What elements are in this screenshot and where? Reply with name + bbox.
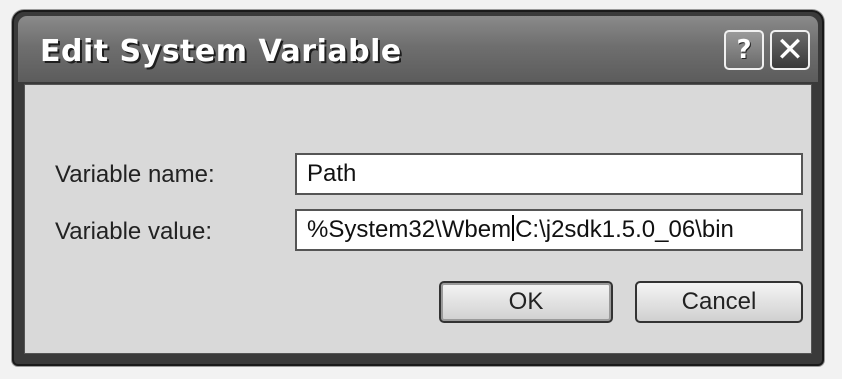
variable-value-text-after-caret: C:\j2sdk1.5.0_06\bin bbox=[515, 216, 734, 243]
ok-button-label: OK bbox=[508, 288, 544, 315]
close-icon: ✕ bbox=[775, 30, 805, 70]
text-caret bbox=[512, 215, 515, 241]
help-button[interactable]: ? bbox=[724, 30, 764, 70]
variable-name-input[interactable]: Path bbox=[295, 153, 803, 195]
edit-system-variable-dialog: Edit System Variable ? ✕ Variable name: … bbox=[12, 10, 824, 366]
close-button[interactable]: ✕ bbox=[770, 30, 810, 70]
variable-value-label: Variable value: bbox=[55, 218, 212, 245]
variable-name-text: Path bbox=[307, 160, 357, 187]
title-bar[interactable]: Edit System Variable ? ✕ bbox=[18, 16, 818, 82]
cancel-button[interactable]: Cancel bbox=[635, 281, 803, 323]
variable-value-input[interactable]: %System32\Wbem C:\j2sdk1.5.0_06\bin bbox=[295, 209, 803, 251]
help-icon: ? bbox=[736, 35, 752, 65]
variable-name-label: Variable name: bbox=[55, 161, 215, 188]
ok-button[interactable]: OK bbox=[439, 281, 613, 323]
dialog-body: Variable name: Path Variable value: %Sys… bbox=[24, 84, 812, 354]
dialog-title: Edit System Variable bbox=[40, 34, 402, 69]
variable-value-text-before-caret: %System32\Wbem bbox=[307, 216, 512, 243]
cancel-button-label: Cancel bbox=[681, 288, 757, 315]
